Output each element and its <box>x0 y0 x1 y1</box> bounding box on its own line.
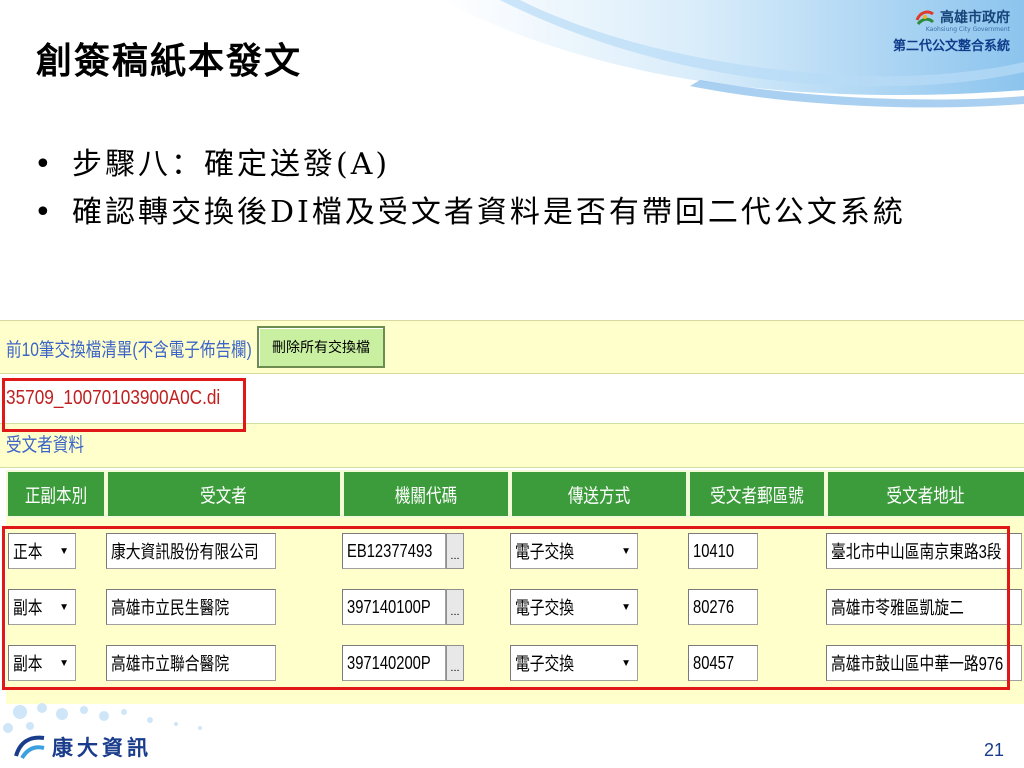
column-header-zip: 受文者郵區號 <box>690 472 824 516</box>
bullet-text: 確認轉交換後DI檔及受文者資料是否有帶回二代公文系統 <box>72 195 906 230</box>
company-name: 康大資訊 <box>52 736 152 760</box>
exchange-list-label: 前10筆交換檔清單(不含電子佈告欄) <box>6 340 252 361</box>
delete-all-exchange-files-button[interactable]: 刪除所有交換檔 <box>257 326 385 368</box>
page-number: 21 <box>983 740 1004 760</box>
column-header-address: 受文者地址 <box>828 472 1024 516</box>
column-header-agency-code: 機關代碼 <box>344 472 508 516</box>
bullet-dot-icon: • <box>34 195 55 230</box>
bullet-dot-icon: • <box>34 147 55 182</box>
recipient-section-label: 受文者資料 <box>6 435 84 456</box>
org-english-name: Kaohsiung City Government <box>925 26 1010 33</box>
slide-title: 創簽稿紙本發文 <box>36 40 303 82</box>
bullet-item: • 步驟八：確定送發(A) <box>34 144 974 186</box>
system-name: 第二代公文整合系統 <box>892 39 1010 54</box>
recipient-rows-highlight-box <box>2 526 1010 690</box>
bullet-item: • 確認轉交換後DI檔及受文者資料是否有帶回二代公文系統 <box>34 192 974 234</box>
bullet-list: • 步驟八：確定送發(A) • 確認轉交換後DI檔及受文者資料是否有帶回二代公文… <box>34 144 974 234</box>
column-header-copy-type: 正副本別 <box>8 472 104 516</box>
recipient-table-header: 正副本別 受文者 機關代碼 傳送方式 受文者郵區號 受文者地址 <box>6 470 1024 518</box>
kcg-logo: 高雄市政府 Kaohsiung City Government 第二代公文整合系… <box>860 6 1010 54</box>
di-file-highlight-box <box>2 378 246 432</box>
kcg-logo-icon <box>915 10 935 26</box>
exchange-file-list-bar: 前10筆交換檔清單(不含電子佈告欄) 刪除所有交換檔 <box>0 320 1024 374</box>
company-logo-icon <box>14 735 45 760</box>
bullet-text: 步驟八：確定送發(A) <box>72 147 391 182</box>
column-header-method: 傳送方式 <box>512 472 686 516</box>
company-brand: 康大資訊 <box>14 732 152 762</box>
column-header-recipient: 受文者 <box>108 472 340 516</box>
org-name: 高雄市政府 <box>940 10 1010 26</box>
